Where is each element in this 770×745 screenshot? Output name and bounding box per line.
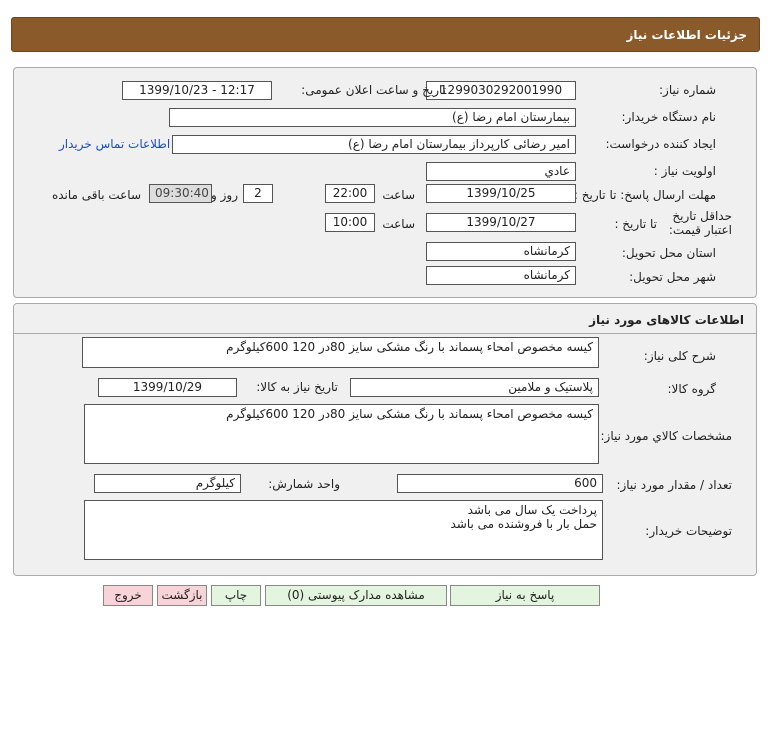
deadline-time-label: ساعت xyxy=(382,188,415,202)
remaining-time-field: 09:30:40 xyxy=(149,184,212,203)
quantity-label: تعداد / مقدار مورد نیاز: xyxy=(616,478,732,492)
need-details-panel: شماره نیاز: 1299030292001990 تاریخ و ساع… xyxy=(13,67,757,298)
unit-label: واحد شمارش: xyxy=(268,477,340,491)
remaining-days-label: روز و xyxy=(211,188,238,202)
deadline-label: مهلت ارسال پاسخ: تا تاریخ : xyxy=(573,188,716,202)
exit-button[interactable]: خروج xyxy=(103,585,153,606)
requester-label: ایجاد کننده درخواست: xyxy=(605,137,716,151)
goods-group-label: گروه کالا: xyxy=(667,382,717,396)
remaining-days-field: 2 xyxy=(243,184,273,203)
general-desc-label: شرح کلی نیاز: xyxy=(643,349,716,363)
priority-field: عادي xyxy=(426,162,576,181)
validity-time-field: 10:00 xyxy=(325,213,375,232)
buyer-org-field: بیمارستان امام رضا (ع) xyxy=(169,108,576,127)
buyer-org-label: نام دستگاه خریدار: xyxy=(621,110,717,124)
priority-label: اولویت نیاز : xyxy=(653,164,716,178)
province-label: استان محل تحویل: xyxy=(621,246,716,260)
need-number-field: 1299030292001990 xyxy=(426,81,576,100)
validity-to-label: تا تاریخ : xyxy=(614,217,657,231)
need-number-label: شماره نیاز: xyxy=(659,83,716,97)
page-header: جزئیات اطلاعات نیاز xyxy=(11,17,760,52)
view-attachments-button[interactable]: مشاهده مدارک پیوستی (0) xyxy=(265,585,447,606)
print-button[interactable]: چاپ xyxy=(211,585,261,606)
general-desc-field: کیسه مخصوص امحاء پسماند با رنگ مشکی سایز… xyxy=(82,337,599,368)
quantity-field: 600 xyxy=(397,474,603,493)
province-field: کرمانشاه xyxy=(426,242,576,261)
city-field: کرمانشاه xyxy=(426,266,576,285)
back-button[interactable]: بازگشت xyxy=(157,585,207,606)
specs-field: کیسه مخصوص امحاء پسماند با رنگ مشکی سایز… xyxy=(84,404,599,464)
remaining-time-label: ساعت باقی مانده xyxy=(51,188,141,202)
city-label: شهر محل تحویل: xyxy=(629,270,716,284)
need-date-field: 1399/10/29 xyxy=(98,378,237,397)
announce-datetime-label: تاریخ و ساعت اعلان عمومی: xyxy=(301,83,446,97)
section-divider xyxy=(14,333,756,334)
announce-datetime-field: 1399/10/23 - 12:17 xyxy=(122,81,272,100)
price-validity-label: حداقل تاریخ اعتبار قیمت: xyxy=(668,209,732,237)
buyer-notes-line-2: حمل بار با فروشنده می باشد xyxy=(450,517,598,531)
buyer-contact-link[interactable]: اطلاعات تماس خریدار xyxy=(59,137,170,151)
buyer-notes-field: پرداخت یک سال می باشد حمل بار با فروشنده… xyxy=(84,500,603,560)
need-date-label: تاریخ نیاز به کالا: xyxy=(256,380,338,394)
page-title: جزئیات اطلاعات نیاز xyxy=(626,28,747,42)
goods-panel: اطلاعات کالاهای مورد نیاز شرح کلی نیاز: … xyxy=(13,303,757,576)
reply-button[interactable]: پاسخ به نیاز xyxy=(450,585,600,606)
unit-field: کیلوگرم xyxy=(94,474,241,493)
goods-section-title: اطلاعات کالاهای مورد نیاز xyxy=(589,313,744,327)
buyer-notes-label: توضیحات خریدار: xyxy=(645,524,732,538)
buyer-notes-line-1: پرداخت یک سال می باشد xyxy=(467,503,597,517)
deadline-time-field: 22:00 xyxy=(325,184,375,203)
goods-group-field: پلاستیک و ملامین xyxy=(350,378,599,397)
requester-field: امیر رضائی کارپرداز بیمارستان امام رضا (… xyxy=(172,135,576,154)
validity-date-field: 1399/10/27 xyxy=(426,213,576,232)
deadline-date-field: 1399/10/25 xyxy=(426,184,576,203)
validity-time-label: ساعت xyxy=(382,217,415,231)
specs-label: مشخصات کالاي مورد نیاز: xyxy=(600,429,732,443)
